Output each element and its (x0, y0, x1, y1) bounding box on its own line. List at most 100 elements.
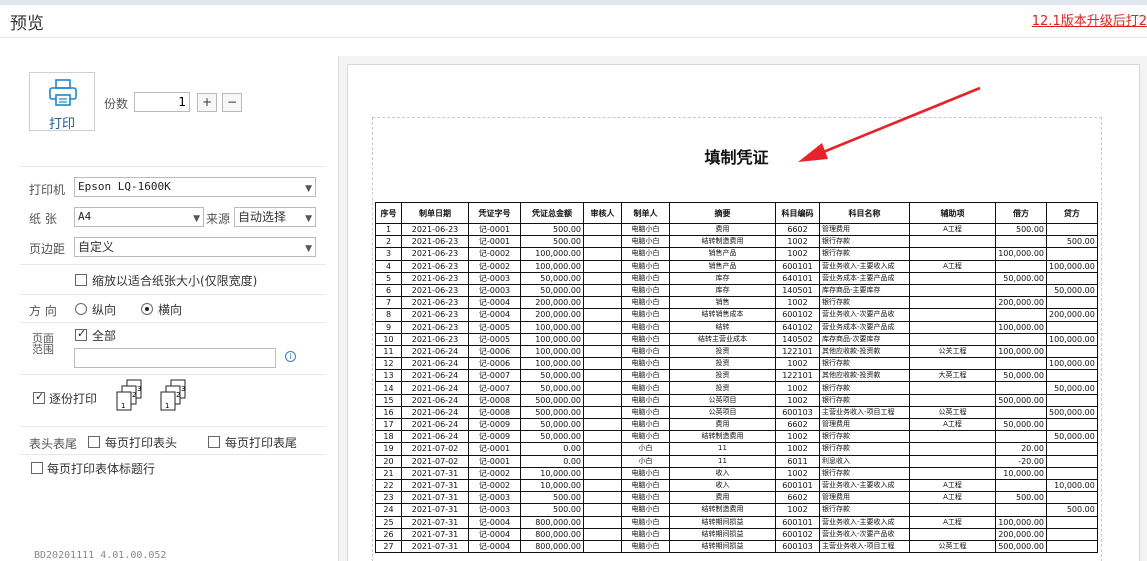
table-cell: 7 (375, 296, 402, 310)
table-cell: 结转制造费用 (669, 430, 776, 444)
table-cell (1046, 369, 1098, 383)
column-header: 制单日期 (401, 202, 469, 224)
table-cell: 50,000.00 (520, 430, 584, 444)
table-row: 20 2021-07-02 记-0001 0.00 小白 11 6011 利息收入 -20.00 (375, 454, 1098, 468)
voucher-table: 序号 制单日期 凭证字号 凭证总金额 审核人 制单人 摘要 科目编码 科目名称 辅助项 借方 贷方 1… (375, 202, 1098, 554)
upgrade-link[interactable]: 12.1版本升级后打2 (1032, 10, 1147, 29)
fit-to-paper-checkbox[interactable] (75, 274, 87, 286)
table-cell (1046, 296, 1098, 310)
portrait-radio[interactable] (75, 303, 87, 315)
table-cell: 电脑小白 (621, 332, 670, 346)
table-cell: 公英项目 (669, 393, 776, 407)
print-button[interactable]: 打印 (29, 72, 95, 132)
table-row: 2 2021-06-23 记-0001 500.00 电脑小白 结转制造费用 1002 银行存… (375, 235, 1098, 249)
table-cell: A工程 (909, 478, 996, 493)
table-cell: 640102 (775, 320, 820, 334)
table-cell: 电脑小白 (621, 491, 670, 505)
table-cell: 结转期间损益 (669, 527, 776, 541)
table-cell: 公英工程 (909, 405, 996, 420)
table-cell: 1002 (775, 247, 820, 261)
table-cell: 100,000.00 (1046, 259, 1098, 273)
table-row: 22 2021-07-31 记-0002 10,000.00 电脑小白 收入 600101 营… (375, 478, 1098, 493)
table-cell: 2021-06-23 (401, 259, 469, 273)
table-cell: 2021-07-02 (401, 454, 469, 468)
table-cell: 电脑小白 (621, 381, 670, 395)
table-cell: 投资 (669, 369, 776, 383)
table-cell: 500.00 (1046, 235, 1098, 249)
table-cell: 2021-07-31 (401, 527, 469, 541)
table-cell: 11 (375, 344, 402, 359)
table-cell (909, 235, 996, 249)
paper-select[interactable]: A4 ▼ (74, 207, 204, 227)
table-cell: 库存 (669, 283, 776, 298)
table-cell: 投资 (669, 357, 776, 371)
table-cell: 记-0002 (468, 478, 521, 493)
copies-plus-button[interactable]: + (197, 93, 217, 112)
table-cell: 1 (375, 222, 402, 237)
annotation-arrow-icon (798, 86, 981, 162)
each-page-title-row-checkbox[interactable] (31, 462, 43, 474)
svg-text:1: 1 (121, 402, 125, 410)
table-cell: 100,000.00 (520, 357, 584, 371)
table-cell: 记-0001 (468, 222, 521, 237)
all-pages-checkbox[interactable] (75, 327, 87, 341)
table-cell: 营业务收入-次要产品收 (819, 308, 910, 322)
info-icon[interactable]: i (285, 351, 296, 362)
each-page-header-checkbox[interactable] (88, 436, 100, 448)
table-cell: 2 (375, 235, 402, 249)
table-cell: 10,000.00 (520, 466, 584, 480)
table-cell: 记-0004 (468, 539, 521, 554)
preview-page: 填制凭证 序号 制单日期 凭证字号 凭证总金额 审核人 制单人 摘要 科目编码 科目名称 辅助项借… (347, 64, 1140, 561)
table-cell: 记-0003 (468, 283, 521, 298)
landscape-radio[interactable] (141, 303, 153, 315)
voucher-table-body: 1 2021-06-23 记-0001 500.00 电脑小白 费用 6602 管理费用 A工程… (375, 222, 1098, 554)
each-page-footer-checkbox[interactable] (208, 436, 220, 448)
divider (20, 322, 326, 323)
table-cell: 500.00 (995, 491, 1047, 505)
source-select[interactable]: 自动选择 ▼ (234, 207, 316, 227)
column-header: 摘要 (669, 202, 776, 224)
table-cell: 0.00 (520, 454, 584, 468)
table-cell: 2021-06-23 (401, 271, 469, 285)
table-cell (995, 357, 1047, 371)
table-cell: 200,000.00 (1046, 308, 1098, 322)
table-cell: 公英工程 (909, 539, 996, 554)
copies-minus-button[interactable]: − (222, 93, 242, 112)
table-cell: 10,000.00 (995, 466, 1047, 480)
table-cell: 15 (375, 393, 402, 407)
table-cell (583, 417, 622, 432)
column-header: 借方 (995, 202, 1047, 224)
printer-icon (49, 79, 77, 106)
margin-select[interactable]: 自定义 ▼ (74, 237, 316, 257)
table-cell: 500.00 (1046, 503, 1098, 517)
column-header: 科目编码 (775, 202, 820, 224)
table-cell: 记-0009 (468, 417, 521, 432)
printer-select[interactable]: Epson LQ-1600K ▼ (74, 177, 316, 197)
window-title: 预览 (10, 14, 44, 34)
table-cell: 500.00 (995, 222, 1047, 237)
copies-input[interactable] (134, 92, 190, 112)
page-range-label-line2: 范围 (32, 343, 54, 356)
all-pages-label: 全部 (92, 329, 117, 343)
table-row: 27 2021-07-31 记-0004 800,000.00 电脑小白 结转期间损益 60… (375, 539, 1098, 554)
copies-label: 份数 (104, 97, 129, 111)
table-cell (995, 503, 1047, 517)
table-cell: 电脑小白 (621, 296, 670, 310)
page-range-input[interactable] (74, 348, 276, 368)
table-cell (583, 515, 622, 529)
table-cell: 24 (375, 503, 402, 517)
table-cell: 50,000.00 (520, 381, 584, 395)
collate-checkbox[interactable] (33, 390, 45, 404)
print-button-label: 打印 (48, 117, 75, 132)
table-cell: 500,000.00 (995, 539, 1047, 554)
table-cell (909, 296, 996, 310)
table-cell: 2021-06-23 (401, 247, 469, 261)
table-cell: 50,000.00 (1046, 430, 1098, 444)
table-cell: 11 (669, 454, 776, 468)
margin-label: 页边距 (29, 242, 66, 256)
table-cell: 记-0004 (468, 296, 521, 310)
table-cell: 21 (375, 466, 402, 480)
divider (20, 294, 326, 295)
column-header: 凭证总金额 (520, 202, 584, 224)
print-preview-area[interactable]: 填制凭证 序号 制单日期 凭证字号 凭证总金额 审核人 制单人 摘要 科目编码 科目名称 辅助项借… (338, 56, 1147, 561)
